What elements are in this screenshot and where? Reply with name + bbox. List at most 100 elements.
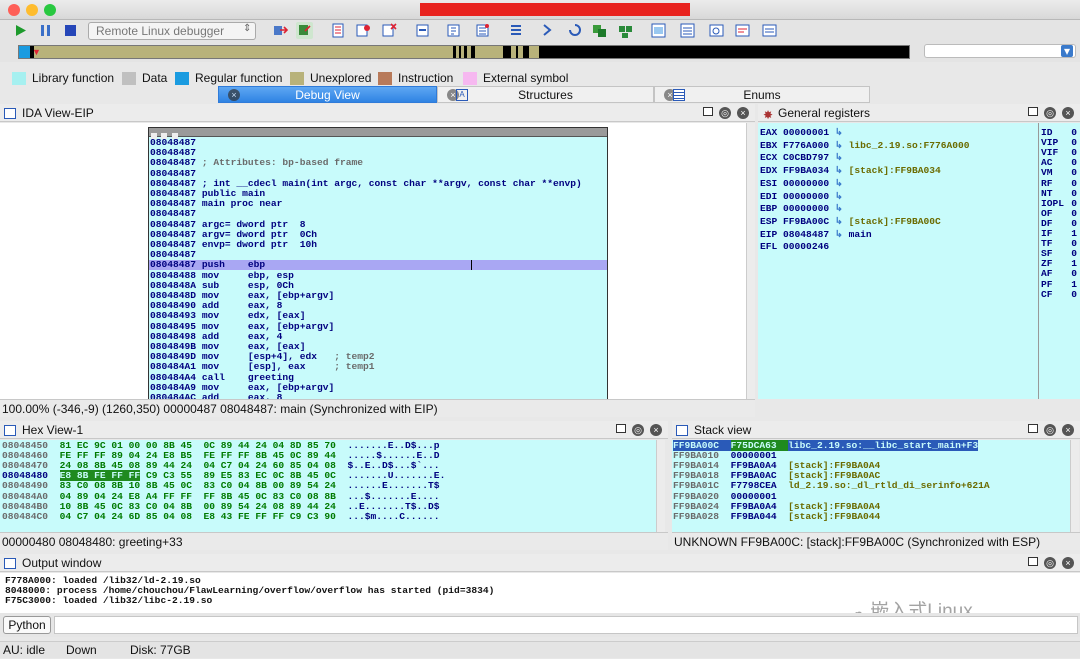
delete-breakpoint-icon[interactable] [381, 22, 398, 39]
register-value: FF9BA00C [783, 215, 830, 227]
jump-arrow-icon[interactable]: ↳ [829, 140, 849, 151]
asm-line[interactable]: 08048487 main proc near [149, 199, 607, 209]
jump-arrow-icon[interactable]: ↳ [829, 127, 849, 138]
jump-arrow-icon[interactable]: ↳ [829, 229, 849, 240]
vertical-scrollbar[interactable] [746, 123, 755, 399]
tracing-options-icon[interactable] [708, 22, 725, 39]
restore-panel-icon[interactable]: ◎ [632, 424, 644, 436]
register-row[interactable]: EDX FF9BA034 ↳ [stack]:FF9BA034 [760, 165, 941, 177]
register-name: EIP [760, 228, 784, 240]
run-to-cursor-icon[interactable] [474, 22, 491, 39]
register-value: F776A000 [783, 139, 830, 151]
stack-trace-icon[interactable] [650, 22, 667, 39]
stack-value: FF9BA044 [730, 510, 789, 522]
stack-reference: libc_2.19.so:__libc_start_main+F3 [788, 440, 979, 451]
pause-debug-button[interactable] [37, 22, 54, 39]
stack-row[interactable]: FF9BA028 FF9BA044 [stack]:FF9BA044 [673, 510, 880, 522]
code-block-node[interactable]: 08048487 08048487 08048487 ; Attributes: b… [148, 127, 608, 399]
asm-line[interactable]: 08048487 [149, 138, 607, 148]
tab-structures[interactable]: × A Structures [437, 86, 654, 103]
close-panel-icon[interactable]: × [650, 424, 662, 436]
start-debug-button[interactable] [12, 22, 29, 39]
tab-debug-view[interactable]: × Debug View [218, 86, 437, 103]
float-panel-icon[interactable] [1028, 107, 1038, 116]
navigation-select[interactable]: ▾ [924, 44, 1076, 58]
detach-process-icon[interactable] [296, 22, 313, 39]
breakpoints-icon[interactable] [355, 22, 372, 39]
register-name: EDI [760, 190, 784, 202]
float-panel-icon[interactable] [1028, 557, 1038, 566]
register-row[interactable]: EAX 00000001 ↳ [760, 127, 849, 139]
restore-panel-icon[interactable]: ◎ [719, 107, 731, 119]
trace-over-icon[interactable] [566, 22, 583, 39]
jump-arrow-icon[interactable]: ↳ [829, 203, 849, 214]
stack-dump[interactable]: FF9BA00C F75DCA63 libc_2.19.so:__libc_st… [672, 440, 1070, 532]
hex-ascii: ...$m....C...... [335, 510, 440, 522]
register-row[interactable]: EIP 08048487 ↳ main [760, 229, 872, 241]
watch-icon[interactable] [679, 22, 696, 39]
close-panel-icon[interactable]: × [1062, 424, 1074, 436]
register-row[interactable]: EFL 00000246 [760, 241, 829, 253]
general-registers[interactable]: EAX 00000001 ↳ EBX F776A000 ↳ libc_2.19.… [758, 123, 1080, 399]
register-row[interactable]: ESP FF9BA00C ↳ [stack]:FF9BA00C [760, 216, 941, 228]
restore-panel-icon[interactable]: ◎ [1044, 557, 1056, 569]
thread-icon[interactable] [591, 22, 608, 39]
register-row[interactable]: EDI 00000000 ↳ [760, 191, 849, 203]
jump-arrow-icon[interactable]: ↳ [829, 152, 849, 163]
stack-scrollbar[interactable] [1070, 440, 1079, 532]
register-row[interactable]: ECX C0CBD797 ↳ [760, 152, 849, 164]
float-panel-icon[interactable] [703, 107, 713, 116]
legend-item-external: External symbol [463, 71, 568, 85]
stop-debug-button[interactable] [62, 22, 79, 39]
close-panel-icon[interactable]: × [737, 107, 749, 119]
restore-panel-icon[interactable]: ◎ [1044, 107, 1056, 119]
flags-panel[interactable]: ID 0 VIP 0 VIF 0 AC 0 VM 0 RF 0 NT 0 IOPL 0 OF 0 DF 0 IF 1 TF 0… [1038, 123, 1080, 399]
navigation-band: ▼ ▾ [0, 42, 1080, 62]
close-panel-icon[interactable]: × [1062, 557, 1074, 569]
register-value: FF9BA034 [783, 165, 830, 177]
ida-view-icon [4, 108, 16, 119]
enums-icon [673, 89, 685, 101]
navigation-bar[interactable]: ▼ [18, 45, 910, 59]
step-over-icon[interactable] [445, 22, 462, 39]
disassembly-graph[interactable]: 08048487 08048487 08048487 ; Attributes: b… [0, 123, 755, 399]
register-row[interactable]: EBX F776A000 ↳ libc_2.19.so:F776A000 [760, 140, 970, 152]
attach-process-icon[interactable] [272, 22, 289, 39]
close-icon[interactable]: × [228, 89, 240, 101]
register-value: 00000246 [783, 241, 830, 253]
debugger-select[interactable]: Remote Linux debugger [88, 22, 256, 40]
register-row[interactable]: EBP 00000000 ↳ [760, 203, 849, 215]
restore-panel-icon[interactable]: ◎ [1044, 424, 1056, 436]
trace-icon[interactable] [540, 22, 557, 39]
jump-arrow-icon[interactable]: ↳ [829, 216, 849, 227]
view-tabs: × Debug View × A Structures × Enums [216, 86, 1080, 103]
jump-arrow-icon[interactable]: ↳ [829, 165, 849, 176]
python-input[interactable] [54, 616, 1078, 634]
asm-text: main proc near [196, 198, 283, 210]
step-until-return-icon[interactable] [508, 22, 525, 39]
register-name: EBX [760, 139, 784, 151]
hex-row[interactable]: 080484C0 04 C7 04 24 6D 85 04 08 E8 43 F… [2, 510, 440, 522]
hex-scrollbar[interactable] [656, 440, 665, 532]
register-row[interactable]: ESI 00000000 ↳ [760, 178, 849, 190]
flag-row[interactable]: CF 0 [1041, 289, 1079, 300]
asm-line[interactable]: 08048487 ; Attributes: bp-based frame [149, 158, 607, 168]
asm-line[interactable]: 08048487 envp= dword ptr 10h [149, 240, 607, 250]
tab-enums[interactable]: × Enums [654, 86, 870, 103]
jump-arrow-icon[interactable]: ↳ [829, 191, 849, 202]
segments-icon[interactable] [330, 22, 347, 39]
python-button[interactable]: Python [3, 616, 51, 634]
registers-title: General registers [778, 106, 871, 120]
asm-text: add eax, 8 [196, 392, 283, 400]
float-panel-icon[interactable] [1028, 424, 1038, 433]
trace-window-icon[interactable] [734, 22, 751, 39]
float-panel-icon[interactable] [616, 424, 626, 433]
asm-comment: ; temp1 [305, 361, 375, 373]
jump-arrow-icon[interactable]: ↳ [829, 178, 849, 189]
modules-icon[interactable] [617, 22, 634, 39]
close-panel-icon[interactable]: × [1062, 107, 1074, 119]
hex-dump[interactable]: 08048450 81 EC 9C 01 00 00 8B 45 0C 89 4… [0, 440, 656, 532]
step-into-icon[interactable] [414, 22, 431, 39]
analysis-status: AU: idle [3, 643, 46, 657]
function-trace-icon[interactable] [761, 22, 778, 39]
